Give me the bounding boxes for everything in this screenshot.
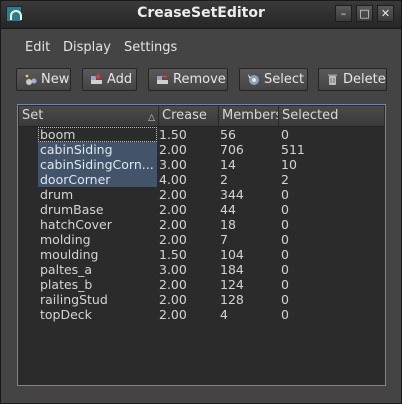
- column-header-set-label: Set: [22, 108, 44, 123]
- table-row[interactable]: topDeck 2.00 4 0: [19, 307, 384, 322]
- cell-members: 14: [220, 157, 236, 172]
- cell-set: cabinSiding: [38, 142, 157, 157]
- cell-set: boom: [38, 127, 157, 142]
- add-button-label: Add: [107, 72, 133, 87]
- cell-selected: 0: [281, 202, 289, 217]
- cell-crease: 3.00: [159, 262, 187, 277]
- cell-selected: 0: [281, 307, 289, 322]
- remove-button-label: Remove: [173, 72, 226, 87]
- cell-crease: 3.00: [159, 157, 187, 172]
- cell-members: 18: [220, 217, 236, 232]
- cell-set: paltes_a: [40, 262, 93, 277]
- cell-selected: 0: [281, 262, 289, 277]
- delete-button-label: Delete: [343, 72, 386, 87]
- cell-selected: 2: [281, 172, 289, 187]
- table-row[interactable]: boom 1.50 56 0: [19, 127, 384, 142]
- cell-set: molding: [40, 232, 91, 247]
- cell-selected: 10: [281, 157, 297, 172]
- cell-selected: 0: [281, 247, 289, 262]
- sort-ascending-icon: △: [148, 113, 155, 123]
- cell-selected: 511: [281, 142, 305, 157]
- menu-settings[interactable]: Settings: [124, 40, 177, 55]
- menu-edit[interactable]: Edit: [25, 40, 50, 55]
- select-members-icon: [248, 74, 259, 85]
- cell-set: drumBase: [40, 202, 104, 217]
- table-row[interactable]: moulding 1.50 104 0: [19, 247, 384, 262]
- table-row[interactable]: railingStud 2.00 128 0: [19, 292, 384, 307]
- cell-members: 104: [220, 247, 244, 262]
- column-header-set[interactable]: Set △: [19, 106, 159, 126]
- cell-set: drum: [40, 187, 74, 202]
- cell-crease: 2.00: [159, 307, 187, 322]
- column-header-selected[interactable]: Selected: [279, 106, 384, 126]
- select-button-label: Select: [264, 72, 305, 87]
- table-row[interactable]: plates_b 2.00 124 0: [19, 277, 384, 292]
- close-button[interactable]: ✕: [377, 5, 394, 22]
- cell-crease: 2.00: [159, 232, 187, 247]
- column-header-crease[interactable]: Crease: [159, 106, 219, 126]
- cell-crease: 4.00: [159, 172, 187, 187]
- crease-sets-table[interactable]: Set △ Crease Members Selected boom 1.50 56…: [17, 104, 386, 386]
- cell-members: 44: [220, 202, 236, 217]
- table-row[interactable]: cabinSidingCorn... 3.00 14 10: [19, 157, 384, 172]
- select-button[interactable]: Select: [239, 68, 308, 91]
- add-members-icon: [91, 74, 102, 84]
- remove-button[interactable]: Remove: [148, 68, 228, 91]
- cell-members: 4: [220, 307, 228, 322]
- cell-set: cabinSidingCorn...: [38, 157, 157, 172]
- cell-members: 344: [220, 187, 244, 202]
- toolbar: New Add Remove Select Delete: [1, 61, 401, 97]
- cell-selected: 0: [281, 232, 289, 247]
- table-row[interactable]: doorCorner 4.00 2 2: [19, 172, 384, 187]
- title-bar[interactable]: CreaseSetEditor – □ ✕: [1, 1, 401, 29]
- cell-members: 2: [220, 172, 228, 187]
- cell-crease: 2.00: [159, 217, 187, 232]
- cell-set: plates_b: [40, 277, 93, 292]
- cell-crease: 1.50: [159, 127, 187, 142]
- table-row[interactable]: cabinSiding 2.00 706 511: [19, 142, 384, 157]
- cell-set: hatchCover: [40, 217, 112, 232]
- cell-members: 7: [220, 232, 228, 247]
- minimize-button[interactable]: –: [335, 5, 352, 22]
- cell-members: 184: [220, 262, 244, 277]
- cell-crease: 2.00: [159, 202, 187, 217]
- cell-members: 124: [220, 277, 244, 292]
- cell-selected: 0: [281, 217, 289, 232]
- table-row[interactable]: hatchCover 2.00 18 0: [19, 217, 384, 232]
- table-body[interactable]: Set △ Crease Members Selected boom 1.50 56…: [19, 106, 384, 384]
- crease-set-editor-window: CreaseSetEditor – □ ✕ Edit Display Setti…: [0, 0, 402, 404]
- cell-selected: 0: [281, 292, 289, 307]
- remove-members-icon: [157, 75, 168, 84]
- cell-crease: 2.00: [159, 142, 187, 157]
- cell-members: 56: [220, 127, 236, 142]
- table-row[interactable]: drumBase 2.00 44 0: [19, 202, 384, 217]
- table-row[interactable]: drum 2.00 344 0: [19, 187, 384, 202]
- cell-members: 128: [220, 292, 244, 307]
- cell-crease: 2.00: [159, 277, 187, 292]
- table-row[interactable]: molding 2.00 7 0: [19, 232, 384, 247]
- cell-set: moulding: [40, 247, 99, 262]
- trash-icon: [328, 74, 337, 85]
- new-button[interactable]: New: [16, 68, 71, 91]
- new-set-icon: [25, 74, 37, 85]
- column-header-members[interactable]: Members: [219, 106, 279, 126]
- cell-selected: 0: [281, 277, 289, 292]
- menu-bar: Edit Display Settings: [1, 29, 401, 59]
- maximize-button[interactable]: □: [356, 5, 373, 22]
- cell-members: 706: [220, 142, 244, 157]
- cell-crease: 2.00: [159, 187, 187, 202]
- delete-button[interactable]: Delete: [318, 68, 387, 91]
- new-button-label: New: [41, 72, 70, 87]
- menu-display[interactable]: Display: [63, 40, 111, 55]
- table-row[interactable]: paltes_a 3.00 184 0: [19, 262, 384, 277]
- table-header: Set △ Crease Members Selected: [19, 106, 384, 127]
- cell-set: topDeck: [40, 307, 92, 322]
- cell-crease: 1.50: [159, 247, 187, 262]
- add-button[interactable]: Add: [82, 68, 137, 91]
- cell-selected: 0: [281, 127, 289, 142]
- cell-set: railingStud: [40, 292, 108, 307]
- cell-set: doorCorner: [38, 172, 157, 187]
- cell-selected: 0: [281, 187, 289, 202]
- cell-crease: 2.00: [159, 292, 187, 307]
